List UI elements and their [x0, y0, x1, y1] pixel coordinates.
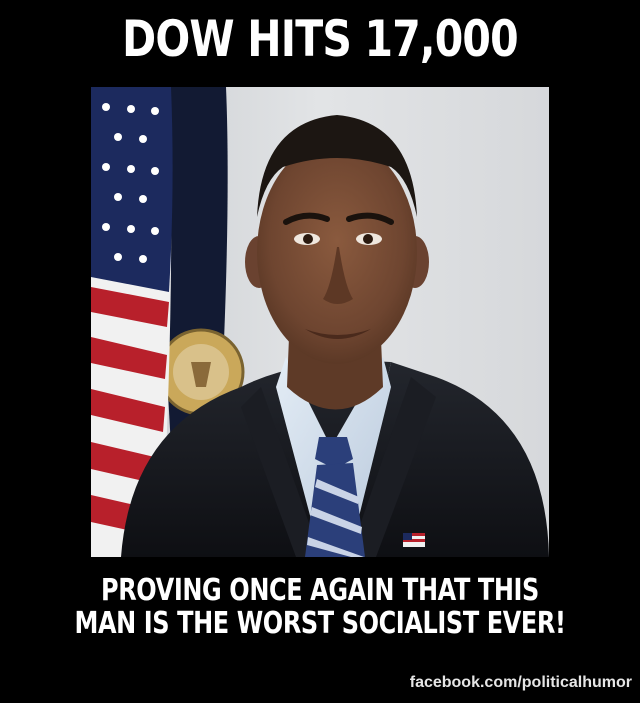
portrait-photo — [91, 87, 549, 557]
meme-poster: DOW HITS 17,000 PROVING ONCE AGAIN THAT … — [0, 0, 640, 703]
caption-line-2: MAN IS THE WORST SOCIALIST EVER! — [74, 606, 566, 641]
flag-lapel-pin-icon — [403, 533, 425, 547]
caption-line-1: PROVING ONCE AGAIN THAT THIS — [101, 573, 539, 608]
headline-text: DOW HITS 17,000 — [122, 10, 518, 68]
caption-text: PROVING ONCE AGAIN THAT THIS MAN IS THE … — [64, 574, 576, 640]
source-credit: facebook.com/politicalhumor — [409, 674, 632, 691]
